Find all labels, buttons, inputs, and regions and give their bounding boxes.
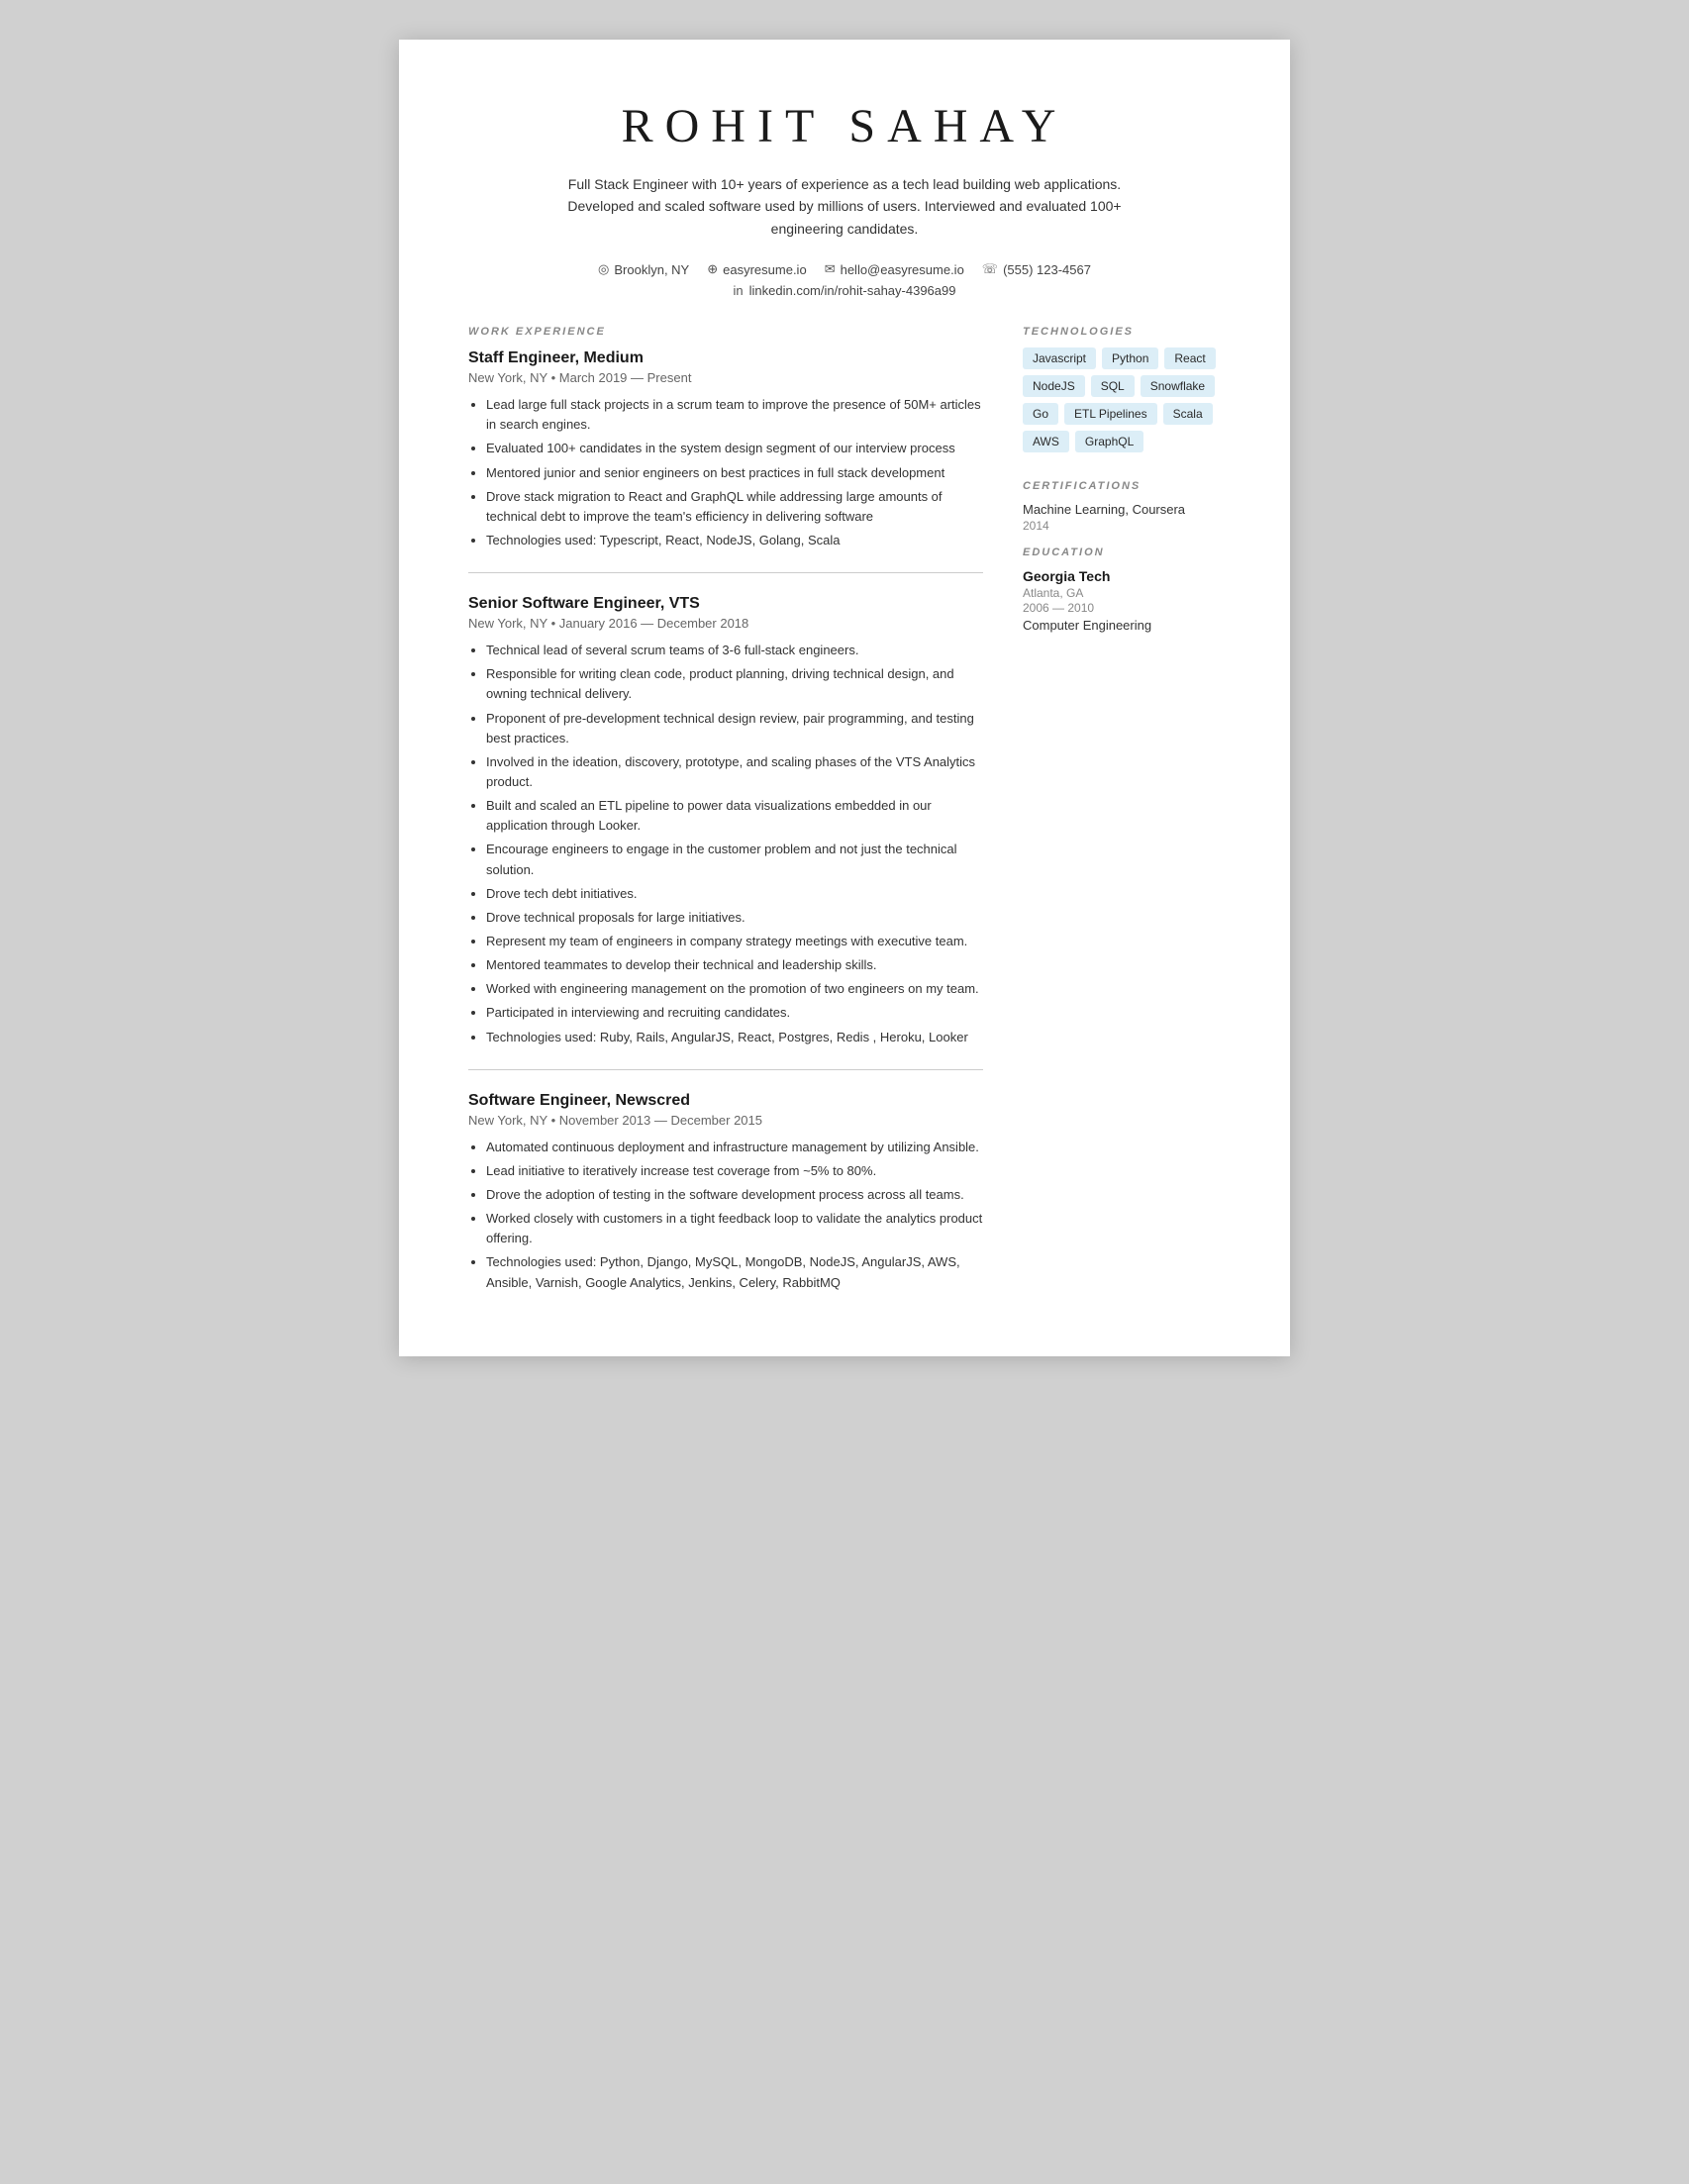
tech-tag-graphql: GraphQL bbox=[1075, 431, 1143, 452]
list-item: Technologies used: Python, Django, MySQL… bbox=[486, 1252, 983, 1292]
tech-tag-sql: SQL bbox=[1091, 375, 1135, 397]
contact-line-2: in linkedin.com/in/rohit-sahay-4396a99 bbox=[468, 283, 1221, 298]
linkedin-text: linkedin.com/in/rohit-sahay-4396a99 bbox=[749, 283, 956, 298]
candidate-name: ROHIT SAHAY bbox=[468, 99, 1221, 153]
job-1-separator: • bbox=[551, 370, 559, 385]
job-1-dates: March 2019 — Present bbox=[559, 370, 692, 385]
list-item: Drove stack migration to React and Graph… bbox=[486, 487, 983, 527]
list-item: Drove the adoption of testing in the sof… bbox=[486, 1185, 983, 1205]
tech-tags-container: Javascript Python React NodeJS SQL Snowf… bbox=[1023, 347, 1221, 452]
location-text: Brooklyn, NY bbox=[614, 262, 689, 277]
tech-tag-go: Go bbox=[1023, 403, 1058, 425]
education-section: Education Georgia Tech Atlanta, GA 2006 … bbox=[1023, 546, 1221, 633]
job-2-location: New York, NY bbox=[468, 616, 547, 631]
list-item: Technical lead of several scrum teams of… bbox=[486, 641, 983, 660]
list-item: Automated continuous deployment and infr… bbox=[486, 1138, 983, 1157]
job-2-dates: January 2016 — December 2018 bbox=[559, 616, 749, 631]
job-3: Software Engineer, Newscred New York, NY… bbox=[468, 1092, 983, 1293]
list-item: Responsible for writing clean code, prod… bbox=[486, 664, 983, 704]
technologies-section-title: Technologies bbox=[1023, 326, 1221, 338]
list-item: Participated in interviewing and recruit… bbox=[486, 1003, 983, 1023]
email-icon: ✉ bbox=[825, 261, 836, 277]
tech-tag-scala: Scala bbox=[1163, 403, 1213, 425]
job-3-separator: • bbox=[551, 1113, 559, 1128]
divider-1 bbox=[468, 572, 983, 573]
job-3-title: Software Engineer, Newscred bbox=[468, 1092, 983, 1110]
job-3-location: New York, NY bbox=[468, 1113, 547, 1128]
job-2-bullets: Technical lead of several scrum teams of… bbox=[468, 641, 983, 1047]
email-text: hello@easyresume.io bbox=[841, 262, 964, 277]
list-item: Technologies used: Typescript, React, No… bbox=[486, 531, 983, 550]
edu-0-degree: Computer Engineering bbox=[1023, 618, 1221, 633]
list-item: Drove technical proposals for large init… bbox=[486, 908, 983, 928]
right-column: Technologies Javascript Python React Nod… bbox=[1023, 326, 1221, 1297]
job-2-title: Senior Software Engineer, VTS bbox=[468, 595, 983, 613]
edu-0-years: 2006 — 2010 bbox=[1023, 601, 1221, 615]
list-item: Proponent of pre-development technical d… bbox=[486, 709, 983, 748]
tech-tag-javascript: Javascript bbox=[1023, 347, 1096, 369]
list-item: Encourage engineers to engage in the cus… bbox=[486, 840, 983, 879]
job-3-dates: November 2013 — December 2015 bbox=[559, 1113, 762, 1128]
summary-text: Full Stack Engineer with 10+ years of ex… bbox=[538, 173, 1151, 240]
location-item: ◎ Brooklyn, NY bbox=[598, 261, 689, 277]
edu-0-school: Georgia Tech bbox=[1023, 568, 1221, 584]
tech-tag-snowflake: Snowflake bbox=[1141, 375, 1215, 397]
globe-icon: ⊕ bbox=[707, 261, 718, 277]
tech-tag-aws: AWS bbox=[1023, 431, 1069, 452]
list-item: Worked closely with customers in a tight… bbox=[486, 1209, 983, 1248]
tech-tag-nodejs: NodeJS bbox=[1023, 375, 1085, 397]
website-item: ⊕ easyresume.io bbox=[707, 261, 806, 277]
job-3-bullets: Automated continuous deployment and infr… bbox=[468, 1138, 983, 1293]
main-layout: Work Experience Staff Engineer, Medium N… bbox=[468, 326, 1221, 1297]
header-section: ROHIT SAHAY Full Stack Engineer with 10+… bbox=[468, 99, 1221, 298]
list-item: Worked with engineering management on th… bbox=[486, 979, 983, 999]
list-item: Built and scaled an ETL pipeline to powe… bbox=[486, 796, 983, 836]
location-icon: ◎ bbox=[598, 261, 609, 277]
list-item: Mentored junior and senior engineers on … bbox=[486, 463, 983, 483]
divider-2 bbox=[468, 1069, 983, 1070]
certifications-section-title: Certifications bbox=[1023, 480, 1221, 492]
tech-tag-etl: ETL Pipelines bbox=[1064, 403, 1157, 425]
job-2-separator: • bbox=[551, 616, 559, 631]
list-item: Involved in the ideation, discovery, pro… bbox=[486, 752, 983, 792]
list-item: Lead initiative to iteratively increase … bbox=[486, 1161, 983, 1181]
list-item: Evaluated 100+ candidates in the system … bbox=[486, 439, 983, 458]
list-item: Drove tech debt initiatives. bbox=[486, 884, 983, 904]
work-experience-title: Work Experience bbox=[468, 326, 983, 338]
list-item: Represent my team of engineers in compan… bbox=[486, 932, 983, 951]
edu-0-location: Atlanta, GA bbox=[1023, 586, 1221, 600]
job-1-meta: New York, NY • March 2019 — Present bbox=[468, 370, 983, 385]
job-2-meta: New York, NY • January 2016 — December 2… bbox=[468, 616, 983, 631]
phone-icon: ☏ bbox=[982, 261, 998, 277]
phone-text: (555) 123-4567 bbox=[1003, 262, 1091, 277]
left-column: Work Experience Staff Engineer, Medium N… bbox=[468, 326, 983, 1297]
cert-0-name: Machine Learning, Coursera bbox=[1023, 502, 1221, 517]
contact-line-1: ◎ Brooklyn, NY ⊕ easyresume.io ✉ hello@e… bbox=[468, 261, 1221, 277]
resume-page: ROHIT SAHAY Full Stack Engineer with 10+… bbox=[399, 40, 1290, 1356]
job-3-meta: New York, NY • November 2013 — December … bbox=[468, 1113, 983, 1128]
job-1-location: New York, NY bbox=[468, 370, 547, 385]
website-text: easyresume.io bbox=[723, 262, 807, 277]
list-item: Technologies used: Ruby, Rails, AngularJ… bbox=[486, 1028, 983, 1047]
job-1-bullets: Lead large full stack projects in a scru… bbox=[468, 395, 983, 550]
phone-item: ☏ (555) 123-4567 bbox=[982, 261, 1091, 277]
tech-tag-python: Python bbox=[1102, 347, 1158, 369]
education-section-title: Education bbox=[1023, 546, 1221, 558]
linkedin-icon: in bbox=[734, 283, 744, 298]
tech-tag-react: React bbox=[1164, 347, 1215, 369]
certifications-section: Certifications Machine Learning, Courser… bbox=[1023, 480, 1221, 533]
list-item: Lead large full stack projects in a scru… bbox=[486, 395, 983, 435]
list-item: Mentored teammates to develop their tech… bbox=[486, 955, 983, 975]
job-1: Staff Engineer, Medium New York, NY • Ma… bbox=[468, 349, 983, 550]
job-2: Senior Software Engineer, VTS New York, … bbox=[468, 595, 983, 1047]
job-1-title: Staff Engineer, Medium bbox=[468, 349, 983, 367]
email-item: ✉ hello@easyresume.io bbox=[825, 261, 964, 277]
cert-0-year: 2014 bbox=[1023, 519, 1221, 533]
